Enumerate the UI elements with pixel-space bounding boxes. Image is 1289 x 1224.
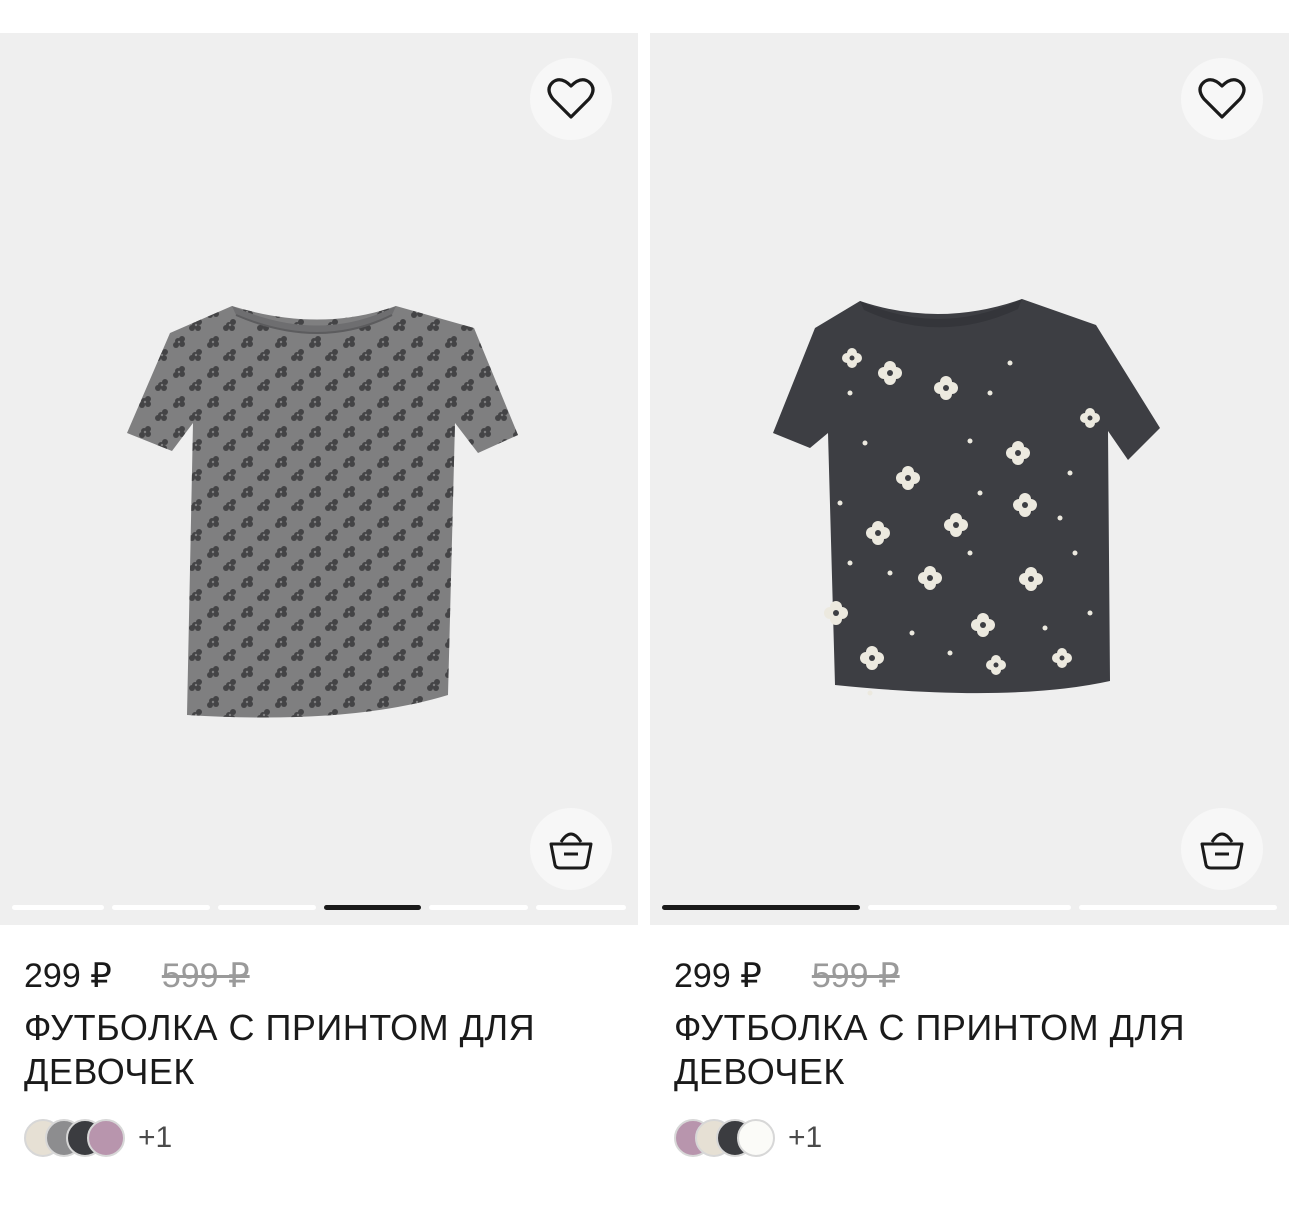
product-image[interactable] <box>650 33 1289 925</box>
carousel-dot[interactable] <box>217 905 317 910</box>
current-price: 299 ₽ <box>24 957 112 995</box>
color-swatches[interactable]: +1 <box>24 1116 614 1160</box>
carousel-dot[interactable] <box>12 905 105 910</box>
color-swatch[interactable] <box>737 1119 775 1157</box>
image-carousel-indicator[interactable] <box>12 905 626 910</box>
old-price: 599 ₽ <box>811 957 900 995</box>
carousel-dot-active[interactable] <box>662 905 860 910</box>
carousel-dot-active[interactable] <box>324 905 422 910</box>
more-colors-count[interactable]: +1 <box>788 1121 822 1155</box>
favorite-button[interactable] <box>530 58 612 140</box>
tshirt-dark-image <box>773 299 1160 696</box>
add-to-cart-button[interactable] <box>530 808 612 890</box>
basket-icon <box>549 832 593 870</box>
current-price: 299 ₽ <box>674 957 762 995</box>
favorite-button[interactable] <box>1181 58 1263 140</box>
old-price: 599 ₽ <box>161 957 250 995</box>
basket-icon <box>1200 832 1244 870</box>
image-carousel-indicator[interactable] <box>662 905 1277 910</box>
more-colors-count[interactable]: +1 <box>138 1121 172 1155</box>
add-to-cart-button[interactable] <box>1181 808 1263 890</box>
carousel-dot[interactable] <box>112 905 210 910</box>
carousel-dot[interactable] <box>535 905 626 910</box>
product-title[interactable]: ФУТБОЛКА С ПРИНТОМ ДЛЯ ДЕВОЧЕК <box>24 1006 604 1094</box>
carousel-dot[interactable] <box>429 905 528 910</box>
color-swatches[interactable]: +1 <box>674 1116 1265 1160</box>
carousel-dot[interactable] <box>1079 905 1277 910</box>
carousel-dot[interactable] <box>867 905 1072 910</box>
product-card[interactable]: 299 ₽ 599 ₽ ФУТБОЛКА С ПРИНТОМ ДЛЯ ДЕВОЧ… <box>650 33 1289 1160</box>
heart-outline-icon <box>1198 78 1246 119</box>
product-title[interactable]: ФУТБОЛКА С ПРИНТОМ ДЛЯ ДЕВОЧЕК <box>674 1006 1254 1094</box>
product-card[interactable]: 299 ₽ 599 ₽ ФУТБОЛКА С ПРИНТОМ ДЛЯ ДЕВОЧ… <box>0 33 638 1160</box>
tshirt-gray-image <box>127 306 518 718</box>
product-image[interactable] <box>0 33 638 925</box>
heart-outline-icon <box>547 78 595 119</box>
color-swatch[interactable] <box>87 1119 125 1157</box>
